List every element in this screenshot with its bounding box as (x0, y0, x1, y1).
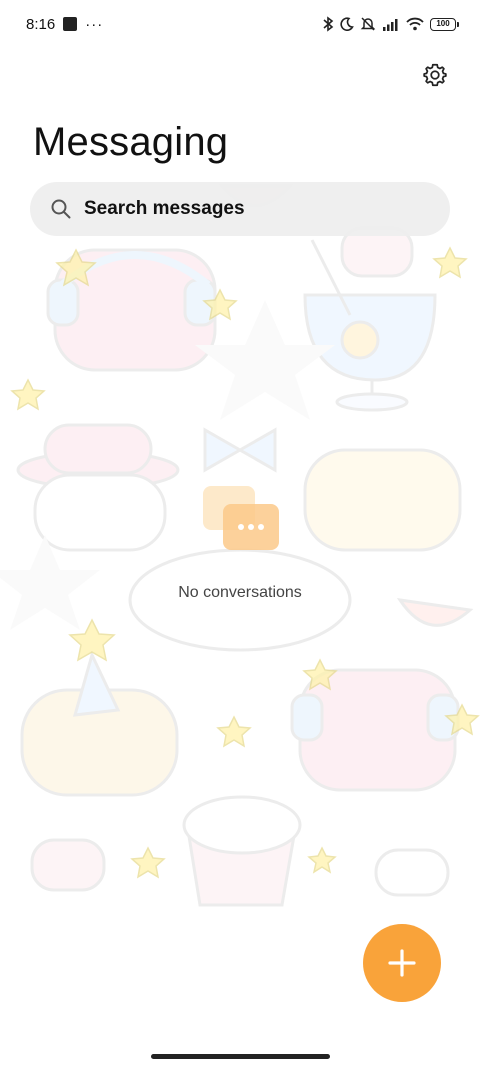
dnd-moon-icon (340, 17, 354, 31)
chat-bubbles-icon (195, 480, 285, 560)
settings-button[interactable] (418, 58, 452, 92)
search-icon (51, 199, 71, 219)
status-bar: 8:16 ··· 100 (0, 0, 480, 48)
battery-level: 100 (436, 19, 450, 28)
signal-icon (383, 19, 398, 31)
wallpaper-small-bunny-icon (30, 838, 106, 892)
wallpaper-bow-icon (203, 427, 277, 473)
status-left: 8:16 ··· (26, 16, 103, 33)
empty-state-text: No conversations (178, 584, 302, 601)
home-indicator[interactable] (151, 1054, 330, 1059)
more-notifications-icon: ··· (85, 15, 104, 33)
plus-icon (388, 949, 416, 977)
search-bar[interactable]: Search messages (30, 182, 450, 236)
wallpaper-cupcake-icon (182, 795, 302, 907)
battery-icon: 100 (430, 17, 459, 31)
empty-state: No conversations (0, 480, 480, 602)
status-right: 100 (322, 16, 459, 32)
search-placeholder: Search messages (84, 198, 245, 219)
wallpaper-bear-icon (20, 650, 179, 797)
gear-icon (423, 63, 447, 87)
wallpaper-small-cat-icon (374, 848, 450, 897)
new-conversation-button[interactable] (363, 924, 441, 1002)
wallpaper-headphone-character-2-icon (290, 668, 460, 792)
page-title: Messaging (33, 120, 229, 164)
bluetooth-icon (323, 16, 334, 32)
bell-muted-icon (360, 17, 376, 31)
app-notification-icon (63, 17, 78, 31)
status-time: 8:16 (26, 15, 56, 33)
wifi-icon (406, 17, 424, 31)
